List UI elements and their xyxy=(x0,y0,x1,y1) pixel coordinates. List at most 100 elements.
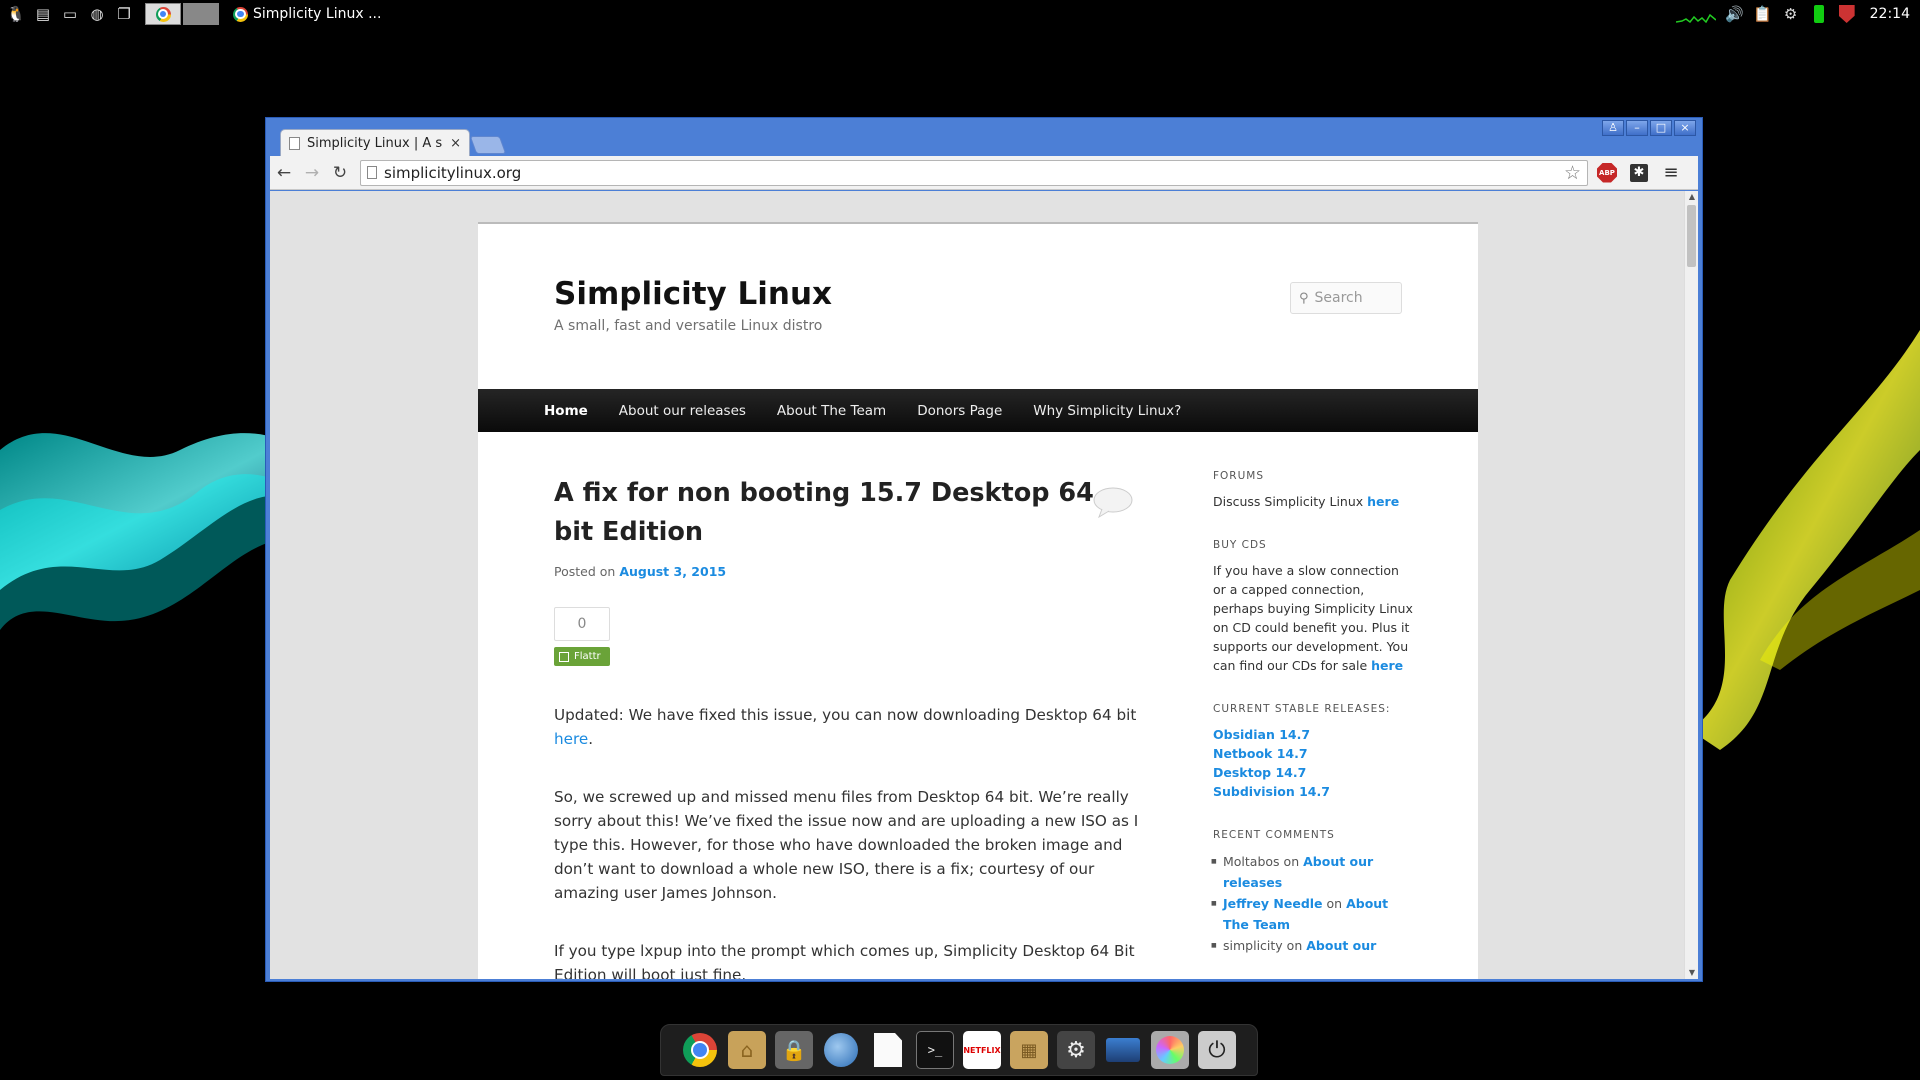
forums-link[interactable]: here xyxy=(1367,494,1399,509)
vertical-scrollbar[interactable]: ▲ ▼ xyxy=(1684,191,1698,979)
comment-author: simplicity xyxy=(1223,938,1283,953)
new-tab-button[interactable] xyxy=(469,136,507,154)
forums-text: Discuss Simplicity Linux here xyxy=(1213,492,1413,511)
flattr-button[interactable]: Flattr xyxy=(554,647,610,666)
comment-post-link[interactable]: About our xyxy=(1306,938,1376,953)
system-tray: 🔊 📋 ⚙ 22:14 xyxy=(1675,0,1920,28)
clock[interactable]: 22:14 xyxy=(1870,6,1910,22)
home-folder-icon[interactable]: ⌂ xyxy=(728,1031,766,1069)
post: A fix for non booting 15.7 Desktop 64 bi… xyxy=(554,474,1139,979)
buy-cds-text: If you have a slow connection or a cappe… xyxy=(1213,561,1413,675)
comment-author-link[interactable]: Jeffrey Needle xyxy=(1223,896,1323,911)
scroll-up-icon[interactable]: ▲ xyxy=(1685,191,1698,203)
sidebar-recent-comments: Recent Comments Moltabos on About our re… xyxy=(1211,829,1413,956)
list-item: Jeffrey Needle on About The Team xyxy=(1211,893,1413,935)
network-icon[interactable] xyxy=(1104,1031,1142,1069)
search-placeholder: Search xyxy=(1314,290,1363,306)
sidebar: Forums Discuss Simplicity Linux here Buy… xyxy=(1211,470,1413,979)
desktop-icon[interactable]: ▭ xyxy=(59,3,81,25)
comment-on: on xyxy=(1326,896,1343,911)
volume-icon[interactable]: 🔊 xyxy=(1724,3,1746,25)
releases-list: Obsidian 14.7 Netbook 14.7 Desktop 14.7 … xyxy=(1213,725,1413,801)
sidebar-forums: Forums Discuss Simplicity Linux here xyxy=(1213,470,1413,511)
workspace-2[interactable] xyxy=(183,3,219,25)
comment-on: on xyxy=(1286,938,1303,953)
release-link[interactable]: Subdivision 14.7 xyxy=(1213,784,1330,799)
power-icon[interactable]: ⏻ xyxy=(1198,1031,1236,1069)
nav-why-simplicity[interactable]: Why Simplicity Linux? xyxy=(1033,403,1181,419)
top-panel: 🐧 ▤ ▭ ◍ ❐ Simplicity Linux ... 🔊 📋 ⚙ 22:… xyxy=(0,0,1920,28)
tab-simplicity[interactable]: Simplicity Linux | A s × xyxy=(280,129,470,156)
package-icon[interactable]: ▦ xyxy=(1010,1031,1048,1069)
windows-icon[interactable]: ❐ xyxy=(113,3,135,25)
comment-author: Moltabos xyxy=(1223,854,1280,869)
chrome-menu-button[interactable]: ≡ xyxy=(1658,160,1684,186)
buy-cds-heading: Buy CDs xyxy=(1213,539,1267,551)
releases-heading: Current Stable Releases: xyxy=(1213,703,1391,715)
netflix-icon[interactable]: NETFLIX xyxy=(963,1031,1001,1069)
sidebar-releases: Current Stable Releases: Obsidian 14.7 N… xyxy=(1213,703,1413,801)
extension-button[interactable]: ✱ xyxy=(1626,160,1652,186)
main-nav: Home About our releases About The Team D… xyxy=(478,389,1478,432)
chrome-icon[interactable] xyxy=(681,1031,719,1069)
adblock-extension[interactable]: ABP xyxy=(1594,160,1620,186)
download-here-link[interactable]: here xyxy=(554,730,588,748)
battery-icon[interactable] xyxy=(1808,3,1830,25)
adblock-icon: ABP xyxy=(1597,162,1617,183)
search-input[interactable]: ⚲ Search xyxy=(1290,282,1402,314)
comments-heading: Recent Comments xyxy=(1213,829,1335,841)
terminal-icon[interactable]: >_ xyxy=(916,1031,954,1069)
tab-close-icon[interactable]: × xyxy=(450,136,461,151)
browser-window: Simplicity Linux | A s × ♙ – □ × ← → ↻ s… xyxy=(265,117,1703,982)
p1-end: . xyxy=(588,730,594,748)
profile-button[interactable]: ♙ xyxy=(1602,120,1624,136)
thunderbird-icon[interactable] xyxy=(822,1031,860,1069)
forums-text-body: Discuss Simplicity Linux xyxy=(1213,494,1364,509)
sidebar-buy-cds: Buy CDs If you have a slow connection or… xyxy=(1213,539,1413,675)
list-item: Moltabos on About our releases xyxy=(1211,851,1413,893)
back-button[interactable]: ← xyxy=(270,159,298,187)
post-paragraph-2: So, we screwed up and missed menu files … xyxy=(554,788,1139,902)
nav-donors[interactable]: Donors Page xyxy=(917,403,1002,419)
release-link[interactable]: Netbook 14.7 xyxy=(1213,746,1308,761)
forward-button[interactable]: → xyxy=(298,159,326,187)
nav-about-releases[interactable]: About our releases xyxy=(619,403,746,419)
minimize-button[interactable]: – xyxy=(1626,120,1648,136)
network-icon[interactable]: ⚙ xyxy=(1780,3,1802,25)
nav-home[interactable]: Home xyxy=(544,403,588,419)
shield-icon[interactable] xyxy=(1836,3,1858,25)
globe-icon[interactable]: ◍ xyxy=(86,3,108,25)
comment-bubble-icon[interactable] xyxy=(1092,486,1135,518)
taskbar-chrome-task[interactable]: Simplicity Linux ... xyxy=(233,6,381,22)
wallpaper-swirl-yellow xyxy=(1690,330,1920,750)
browser-toolbar: ← → ↻ simplicitylinux.org ☆ ABP ✱ ≡ xyxy=(270,156,1698,190)
post-title[interactable]: A fix for non booting 15.7 Desktop 64 bi… xyxy=(554,474,1139,552)
settings-icon[interactable]: ⚙ xyxy=(1057,1031,1095,1069)
reload-button[interactable]: ↻ xyxy=(326,159,354,187)
buy-cds-body: If you have a slow connection or a cappe… xyxy=(1213,563,1413,673)
buy-cds-link[interactable]: here xyxy=(1371,658,1403,673)
workspace-1[interactable] xyxy=(145,3,181,25)
maximize-button[interactable]: □ xyxy=(1650,120,1672,136)
nav-about-team[interactable]: About The Team xyxy=(777,403,886,419)
post-date-link[interactable]: August 3, 2015 xyxy=(619,564,726,579)
tux-menu-icon[interactable]: 🐧 xyxy=(5,3,27,25)
text-file-icon[interactable] xyxy=(869,1031,907,1069)
address-bar[interactable]: simplicitylinux.org ☆ xyxy=(360,159,1588,186)
clipboard-icon[interactable]: 📋 xyxy=(1752,3,1774,25)
page-info-icon[interactable] xyxy=(367,166,377,179)
window-controls: ♙ – □ × xyxy=(1602,120,1696,136)
site-title[interactable]: Simplicity Linux xyxy=(554,276,832,312)
release-link[interactable]: Desktop 14.7 xyxy=(1213,765,1306,780)
netflix-label: NETFLIX xyxy=(963,1045,1001,1055)
bookmark-star-icon[interactable]: ☆ xyxy=(1564,162,1581,184)
posted-prefix: Posted on xyxy=(554,564,616,579)
scrollbar-thumb[interactable] xyxy=(1687,205,1696,267)
release-link[interactable]: Obsidian 14.7 xyxy=(1213,727,1310,742)
file-manager-icon[interactable]: ▤ xyxy=(32,3,54,25)
lock-icon[interactable]: 🔒 xyxy=(775,1031,813,1069)
scroll-down-icon[interactable]: ▼ xyxy=(1685,967,1698,979)
network-graph-icon[interactable] xyxy=(1675,5,1716,23)
close-button[interactable]: × xyxy=(1674,120,1696,136)
disc-burner-icon[interactable] xyxy=(1151,1031,1189,1069)
